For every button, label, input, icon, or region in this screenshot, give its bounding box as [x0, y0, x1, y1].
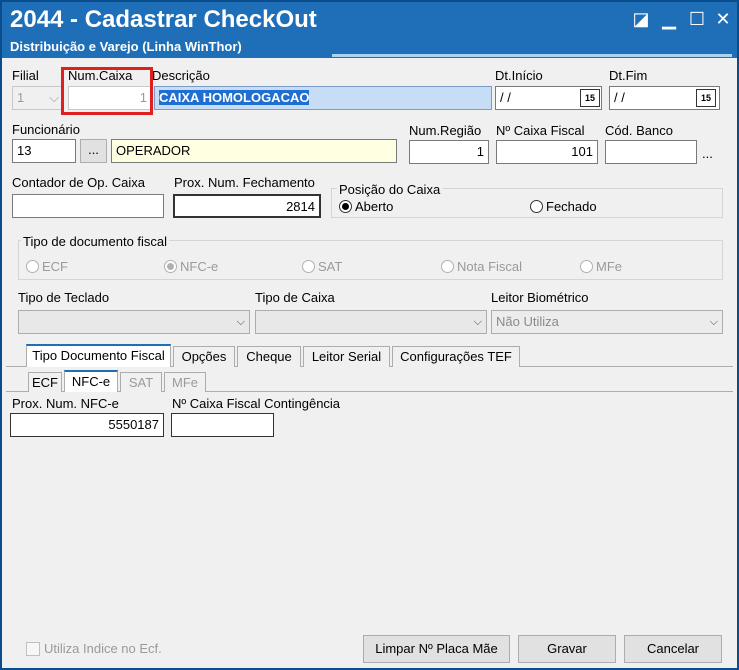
utiliza-indice-checkbox[interactable]	[26, 642, 40, 656]
leitor-biometrico-label: Leitor Biométrico	[491, 290, 589, 305]
contador-label: Contador de Op. Caixa	[12, 175, 145, 190]
radio-dot	[530, 200, 543, 213]
subtab-ecf[interactable]: ECF	[28, 372, 62, 392]
tab-opcoes[interactable]: Opções	[173, 346, 235, 367]
tab-tipo-documento-fiscal[interactable]: Tipo Documento Fiscal	[26, 344, 171, 367]
funcionario-name-field[interactable]: OPERADOR	[111, 139, 397, 163]
radio-dot	[26, 260, 39, 273]
num-regiao-field[interactable]: 1	[409, 140, 489, 164]
radio-nfce[interactable]: NFC-e	[164, 259, 218, 277]
calendar-icon[interactable]: 15	[580, 89, 600, 107]
dt-inicio-value: / /	[500, 90, 511, 105]
radio-nota-fiscal[interactable]: Nota Fiscal	[441, 259, 522, 277]
leitor-biometrico-value: Não Utiliza	[496, 314, 559, 329]
tipo-doc-fiscal-label: Tipo de documento fiscal	[21, 234, 170, 249]
radio-dot	[339, 200, 352, 213]
utiliza-indice-label: Utiliza Indice no Ecf.	[44, 641, 162, 656]
prox-num-nfce-field[interactable]: 5550187	[10, 413, 164, 437]
radio-aberto-label: Aberto	[355, 199, 394, 214]
radio-fechado-label: Fechado	[546, 199, 597, 214]
radio-dot	[580, 260, 593, 273]
prox-fechamento-field[interactable]: 2814	[173, 194, 321, 218]
gravar-button[interactable]: Gravar	[518, 635, 616, 663]
radio-aberto[interactable]: Aberto	[339, 199, 393, 217]
radio-ecf-label: ECF	[42, 259, 68, 274]
window-title: 2044 - Cadastrar CheckOut	[10, 6, 317, 33]
subtab-nfce[interactable]: NFC-e	[64, 370, 118, 392]
restore-layout-icon[interactable]: ◪	[630, 8, 652, 30]
contingencia-label: Nº Caixa Fiscal Contingência	[172, 396, 341, 411]
tab-cheque[interactable]: Cheque	[237, 346, 301, 367]
radio-nota-fiscal-label: Nota Fiscal	[457, 259, 523, 274]
radio-mfe[interactable]: MFe	[580, 259, 622, 277]
contador-field[interactable]	[12, 194, 164, 218]
calendar-icon[interactable]: 15	[696, 89, 716, 107]
num-caixa-fiscal-field[interactable]: 101	[496, 140, 598, 164]
title-decoration	[332, 54, 732, 57]
tab-configuracoes-tef[interactable]: Configurações TEF	[392, 346, 520, 367]
funcionario-code-field[interactable]: 13	[12, 139, 76, 163]
prox-fechamento-label: Prox. Num. Fechamento	[174, 175, 315, 190]
radio-dot	[164, 260, 177, 273]
highlight-box	[61, 67, 153, 115]
chevron-down-icon: ⌵	[709, 316, 718, 328]
dt-fim-label: Dt.Fim	[609, 68, 648, 83]
radio-ecf[interactable]: ECF	[26, 259, 68, 277]
filial-value: 1	[17, 90, 25, 105]
descricao-label: Descrição	[152, 68, 210, 83]
funcionario-lookup-button[interactable]: ...	[80, 139, 107, 163]
limpar-placa-mae-button[interactable]: Limpar Nº Placa Mãe	[363, 635, 510, 663]
tipo-caixa-select[interactable]: ⌵	[255, 310, 487, 334]
posicao-caixa-label: Posição do Caixa	[337, 182, 443, 197]
subtab-mfe[interactable]: MFe	[164, 372, 206, 392]
prox-num-nfce-label: Prox. Num. NFC-e	[12, 396, 119, 411]
maximize-icon[interactable]: ☐	[686, 8, 708, 30]
radio-sat[interactable]: SAT	[302, 259, 342, 277]
radio-dot	[302, 260, 315, 273]
num-regiao-label: Num.Região	[409, 123, 482, 138]
chevron-down-icon: ⌵	[473, 316, 482, 328]
dt-fim-value: / /	[614, 90, 625, 105]
leitor-biometrico-select[interactable]: Não Utiliza ⌵	[491, 310, 723, 334]
radio-fechado[interactable]: Fechado	[530, 199, 597, 217]
tipo-caixa-label: Tipo de Caixa	[255, 290, 335, 305]
tipo-teclado-select[interactable]: ⌵	[18, 310, 250, 334]
descricao-value: CAIXA HOMOLOGACAO	[159, 90, 310, 105]
contingencia-field[interactable]	[171, 413, 274, 437]
subtab-sat[interactable]: SAT	[120, 372, 162, 392]
radio-sat-label: SAT	[318, 259, 343, 274]
filial-label: Filial	[12, 68, 39, 83]
cod-banco-label: Cód. Banco	[605, 123, 673, 138]
filial-select[interactable]: 1 ⌵	[12, 86, 64, 110]
chevron-down-icon: ⌵	[236, 316, 245, 328]
dt-inicio-label: Dt.Início	[495, 68, 543, 83]
radio-dot	[441, 260, 454, 273]
radio-mfe-label: MFe	[596, 259, 622, 274]
title-bar: 2044 - Cadastrar CheckOut Distribuição e…	[2, 2, 737, 58]
close-icon[interactable]: ✕	[712, 8, 734, 30]
funcionario-label: Funcionário	[12, 122, 80, 137]
checkout-window: 2044 - Cadastrar CheckOut Distribuição e…	[0, 0, 739, 670]
window-subtitle: Distribuição e Varejo (Linha WinThor)	[10, 39, 242, 54]
radio-nfce-label: NFC-e	[180, 259, 219, 274]
cod-banco-field[interactable]	[605, 140, 697, 164]
tipo-teclado-label: Tipo de Teclado	[18, 290, 110, 305]
minimize-icon[interactable]: ▁	[658, 8, 680, 30]
cancelar-button[interactable]: Cancelar	[624, 635, 722, 663]
chevron-down-icon: ⌵	[49, 90, 59, 105]
descricao-field[interactable]: CAIXA HOMOLOGACAO	[154, 86, 492, 110]
num-caixa-fiscal-label: Nº Caixa Fiscal	[496, 123, 585, 138]
cod-banco-lookup-button[interactable]: ...	[702, 146, 713, 161]
tab-leitor-serial[interactable]: Leitor Serial	[303, 346, 390, 367]
